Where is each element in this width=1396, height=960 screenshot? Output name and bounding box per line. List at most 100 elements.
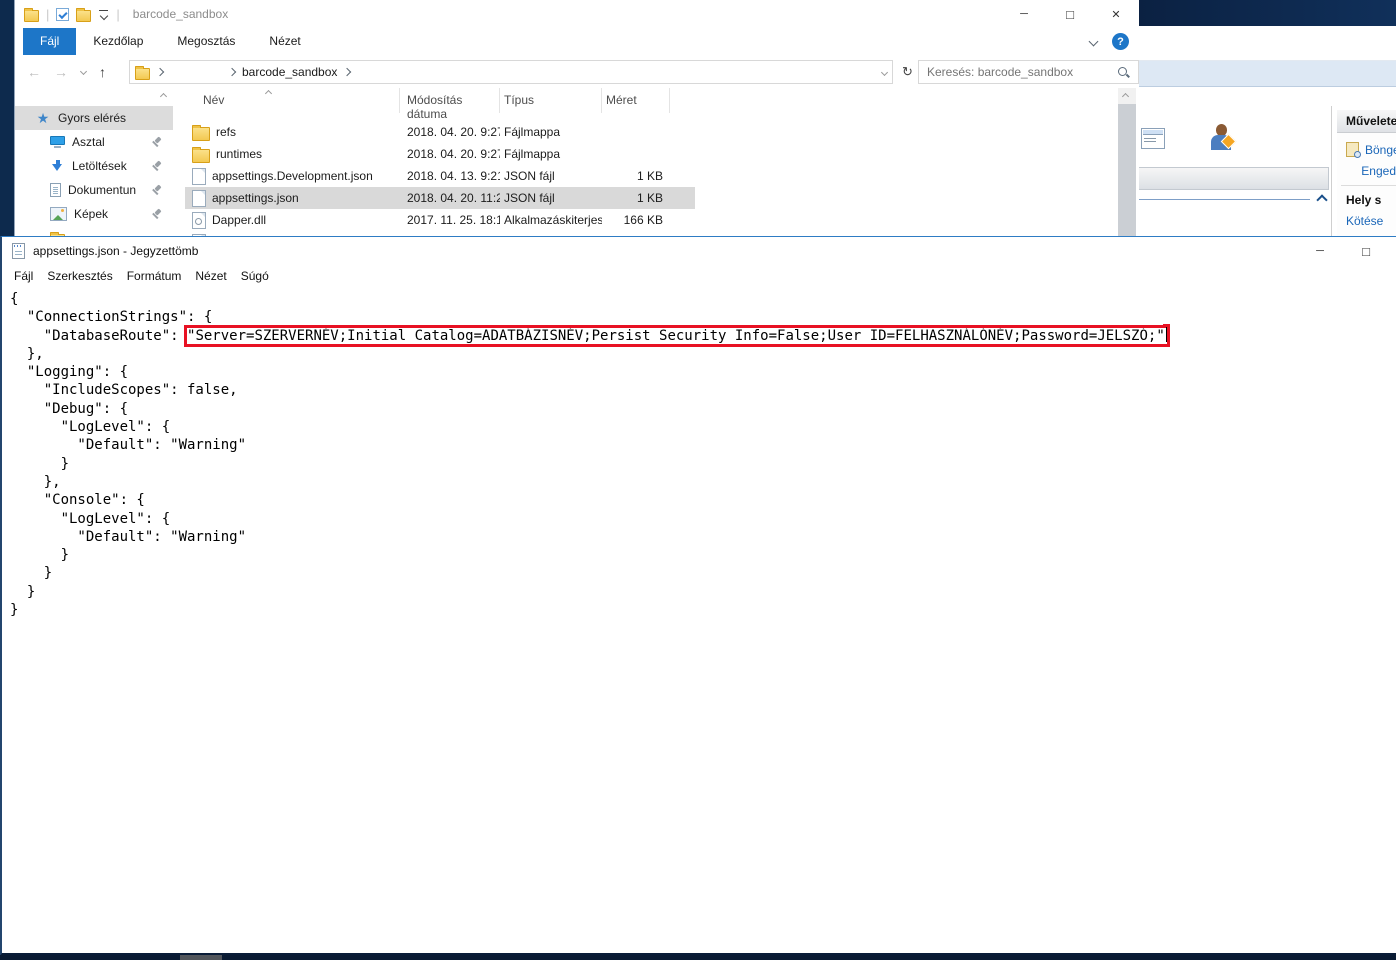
code-line[interactable]: } xyxy=(10,546,1396,564)
code-line[interactable]: "IncludeScopes": false, xyxy=(10,381,1396,399)
explorer-body: Gyors elérés Asztal LetöltésekDokumentunKé… xyxy=(15,88,1139,236)
code-line[interactable]: "Console": { xyxy=(10,491,1396,509)
column-header-t-pus[interactable]: Típus xyxy=(500,88,602,113)
code-line[interactable]: }, xyxy=(10,473,1396,491)
file-row-appsettings-json[interactable]: appsettings.json2018. 04. 20. 11:23JSON … xyxy=(185,187,695,209)
code-line[interactable]: { xyxy=(10,290,1396,308)
breadcrumb-chevron-icon[interactable] xyxy=(228,68,236,76)
expand-ribbon-chevron-icon[interactable] xyxy=(1089,37,1099,47)
menu-s-g[interactable]: Súgó xyxy=(234,269,276,283)
check-icon[interactable] xyxy=(56,8,69,21)
downloads-icon xyxy=(50,160,65,173)
column-header-m-ret[interactable]: Méret xyxy=(602,88,670,113)
file-type-cell: Fájlmappa xyxy=(500,147,602,161)
scroll-up-icon[interactable] xyxy=(1122,93,1129,100)
help-icon[interactable] xyxy=(1112,33,1129,50)
explorer-window: | | barcode_sandbox FájlKezdőlapMegosztá… xyxy=(14,0,1139,236)
menu-n-zet[interactable]: Nézet xyxy=(188,269,233,283)
code-line[interactable]: } xyxy=(10,564,1396,582)
sidebar-item-asztal[interactable]: Asztal xyxy=(15,130,173,154)
sidebar-item-label: Asztal xyxy=(72,135,105,149)
code-line[interactable]: } xyxy=(10,583,1396,601)
separator: | xyxy=(46,7,49,22)
file-name: refs xyxy=(216,125,236,139)
code-line[interactable]: "Default": "Warning" xyxy=(10,436,1396,454)
breadcrumb-current-folder[interactable]: barcode_sandbox xyxy=(242,65,337,79)
sidebar-item-let-lt-sek[interactable]: Letöltések xyxy=(15,154,173,178)
notepad-menubar: FájlSzerkesztésFormátumNézetSúgó xyxy=(2,265,1396,287)
action-item-hely-s[interactable]: Hely s xyxy=(1337,189,1396,210)
action-item-b-nge[interactable]: Bönge xyxy=(1337,139,1396,160)
folder-icon[interactable] xyxy=(24,10,39,22)
column-header-n-v[interactable]: Név xyxy=(185,88,400,113)
file-row-appsettings-development-json[interactable]: appsettings.Development.json2018. 04. 13… xyxy=(185,165,695,187)
notepad-titlebar: appsettings.json - Jegyzettömb xyxy=(2,237,1396,265)
recent-locations-chevron-icon[interactable] xyxy=(80,68,87,75)
ribbon-extras xyxy=(1090,28,1129,55)
file-row-runtimes[interactable]: runtimes2018. 04. 20. 9:27Fájlmappa xyxy=(185,143,695,165)
collapse-section-chevron-icon[interactable] xyxy=(1316,194,1327,205)
ribbon-tab-megoszt-s[interactable]: Megosztás xyxy=(160,28,252,55)
ribbon-tab-kezd-lap[interactable]: Kezdőlap xyxy=(76,28,160,55)
search-box[interactable]: Keresés: barcode_sandbox xyxy=(918,60,1139,84)
search-placeholder: Keresés: barcode_sandbox xyxy=(927,65,1111,79)
pin-icon xyxy=(151,160,163,172)
code-line[interactable]: } xyxy=(10,455,1396,473)
code-line[interactable]: "LogLevel": { xyxy=(10,418,1396,436)
sidebar-item-dokumentun[interactable]: Dokumentun xyxy=(15,178,173,202)
file-type-cell: JSON fájl xyxy=(500,169,602,183)
customize-quick-access-chevron-icon[interactable] xyxy=(98,9,109,20)
file-row-dapper-dll[interactable]: Dapper.dll2017. 11. 25. 18:18Alkalmazásk… xyxy=(185,209,695,231)
file-name: appsettings.json xyxy=(212,191,299,205)
refresh-button[interactable] xyxy=(897,60,918,84)
breadcrumb-chevron-icon[interactable] xyxy=(343,68,351,76)
ribbon-tab-f-jl[interactable]: Fájl xyxy=(23,28,76,55)
code-line[interactable]: }, xyxy=(10,345,1396,363)
code-line[interactable]: } xyxy=(10,601,1396,619)
navigation-pane: Gyors elérés Asztal LetöltésekDokumentunKé… xyxy=(15,88,173,236)
maximize-button[interactable] xyxy=(1343,237,1389,265)
sidebar-item-gyors-el-r-s[interactable]: Gyors elérés xyxy=(15,106,173,130)
action-item-enged[interactable]: Enged xyxy=(1337,160,1396,181)
file-list-header: NévMódosítás dátumaTípusMéret xyxy=(185,88,670,113)
code-line[interactable]: "ConnectionStrings": { xyxy=(10,308,1396,326)
text-cursor xyxy=(1166,327,1168,342)
address-dropdown-chevron-icon[interactable] xyxy=(881,68,888,75)
up-button[interactable]: ↑ xyxy=(99,64,106,80)
minimize-button[interactable] xyxy=(1297,237,1343,265)
documents-icon xyxy=(50,183,61,197)
file-date-cell: 2018. 04. 13. 9:21 xyxy=(400,169,500,183)
minimize-button[interactable] xyxy=(1001,0,1047,28)
file-type-cell: JSON fájl xyxy=(500,191,602,205)
column-header-m-dos-t-s-d-tuma[interactable]: Módosítás dátuma xyxy=(400,88,500,113)
file-row-refs[interactable]: refs2018. 04. 20. 9:27Fájlmappa xyxy=(185,121,695,143)
file-list-scrollbar[interactable] xyxy=(1118,88,1136,236)
action-item-k-t-se[interactable]: Kötése xyxy=(1337,210,1396,231)
ribbon-tab-n-zet[interactable]: Nézet xyxy=(252,28,317,55)
menu-form-tum[interactable]: Formátum xyxy=(120,269,189,283)
code-line[interactable]: "Logging": { xyxy=(10,363,1396,381)
taskbar-sliver xyxy=(0,955,1396,960)
notepad-text-area[interactable]: { "ConnectionStrings": { "DatabaseRoute"… xyxy=(2,287,1396,953)
code-line[interactable]: "Default": "Warning" xyxy=(10,528,1396,546)
forward-button[interactable]: → xyxy=(54,64,68,80)
code-line[interactable]: "Debug": { xyxy=(10,400,1396,418)
sidebar-item-partial[interactable] xyxy=(15,226,173,236)
scrollbar-thumb[interactable] xyxy=(1118,104,1136,236)
code-line[interactable]: "LogLevel": { xyxy=(10,510,1396,528)
back-button[interactable]: ← xyxy=(27,64,41,80)
window-thumbnail-icon xyxy=(1141,128,1165,149)
maximize-button[interactable] xyxy=(1047,0,1093,28)
pin-icon xyxy=(151,136,163,148)
menu-szerkeszt-s[interactable]: Szerkesztés xyxy=(40,269,119,283)
file-name-cell: Dapper.dll xyxy=(185,212,400,229)
sidebar-item-k-pek[interactable]: Képek xyxy=(15,202,173,226)
highlighted-connection-string: "Server=SZERVERNÉV;Initial Catalog=ADATB… xyxy=(187,328,1167,344)
code-line[interactable]: "DatabaseRoute": "Server=SZERVERNÉV;Init… xyxy=(10,327,1396,345)
ribbon-tab-row: FájlKezdőlapMegosztásNézet xyxy=(15,28,1139,56)
menu-f-jl[interactable]: Fájl xyxy=(7,269,40,283)
folder-icon[interactable] xyxy=(76,10,91,22)
breadcrumb-chevron-icon[interactable] xyxy=(156,68,164,76)
close-button[interactable] xyxy=(1093,0,1139,28)
address-bar[interactable]: barcode_sandbox xyxy=(129,60,893,84)
